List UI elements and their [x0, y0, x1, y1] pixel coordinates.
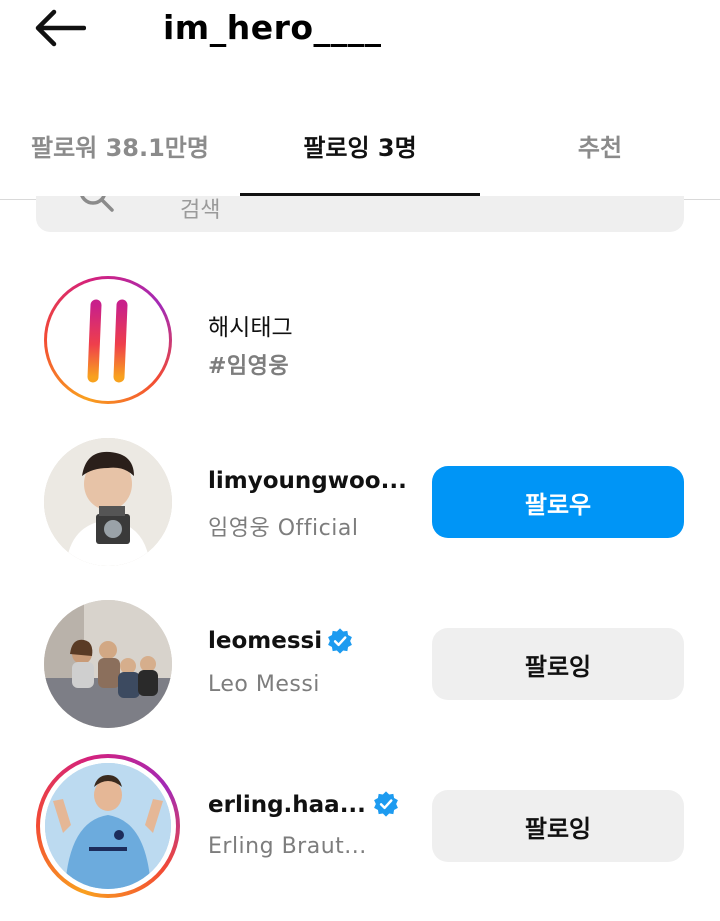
hashtag-avatar	[44, 276, 172, 404]
search-input[interactable]: 검색	[36, 196, 684, 232]
following-button[interactable]: 팔로잉	[432, 790, 684, 862]
tab-suggested[interactable]: 추천	[480, 108, 720, 198]
verified-badge-icon	[328, 628, 352, 654]
list-item-user[interactable]: limyoungwoo... 임영웅 Official 팔로우	[0, 438, 720, 566]
username: limyoungwoo...	[208, 468, 407, 494]
following-button[interactable]: 팔로잉	[432, 628, 684, 700]
page-title: im_hero____	[163, 8, 382, 47]
top-bar: im_hero____	[0, 0, 720, 70]
hashtag-value: #임영웅	[208, 354, 290, 379]
avatar	[44, 600, 172, 728]
list-item-user[interactable]: leomessi Leo Messi 팔로잉	[0, 600, 720, 728]
avatar	[44, 438, 172, 566]
username: erling.haa...	[208, 792, 366, 818]
back-arrow-icon	[35, 9, 86, 47]
display-name: Leo Messi	[208, 672, 320, 697]
display-name: 임영웅 Official	[208, 516, 359, 541]
verified-badge-icon	[374, 791, 398, 817]
search-placeholder: 검색	[180, 198, 221, 223]
display-name: Erling Braut...	[208, 834, 367, 859]
tab-following[interactable]: 팔로잉 3명	[240, 108, 480, 198]
list-item-hashtag[interactable]: 해시태그 #임영웅	[0, 276, 720, 404]
search-icon	[80, 196, 114, 212]
username: leomessi	[208, 628, 323, 654]
avatar	[36, 754, 180, 898]
follow-button[interactable]: 팔로우	[432, 466, 684, 538]
back-button[interactable]	[32, 6, 92, 50]
hashtag-label: 해시태그	[208, 315, 293, 341]
tab-bar: 팔로워 38.1만명 팔로잉 3명 추천	[0, 108, 720, 200]
list-item-user[interactable]: erling.haa... Erling Braut... 팔로잉	[0, 754, 720, 898]
tab-followers[interactable]: 팔로워 38.1만명	[0, 108, 240, 198]
hashtag-icon	[70, 299, 145, 383]
